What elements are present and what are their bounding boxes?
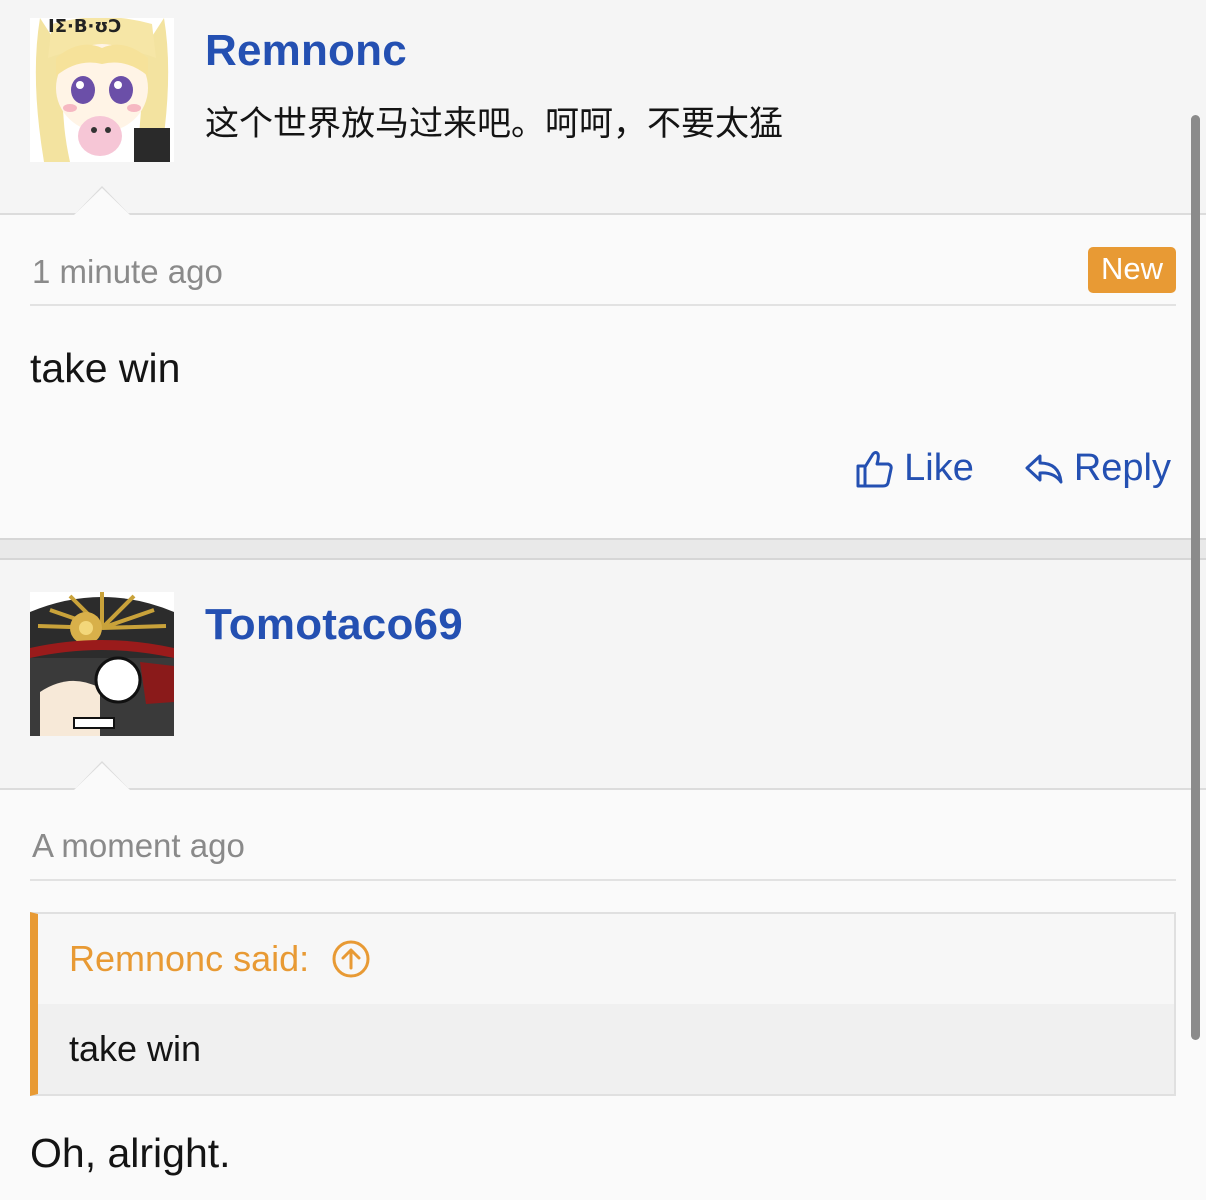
quote-author: Remnonc said: [69, 938, 310, 979]
post-body: 1 minute ago New take win Like Reply [0, 215, 1206, 538]
username[interactable]: Tomotaco69 [205, 600, 463, 650]
anime-officer-avatar-icon [30, 592, 174, 736]
reply-arrow-icon [1025, 454, 1063, 483]
quote-attribution[interactable]: Remnonc said: [38, 914, 1174, 1004]
username[interactable]: Remnonc [205, 26, 407, 76]
like-label: Like [904, 447, 974, 489]
new-badge: New [1087, 247, 1176, 293]
post-actions: Like Reply [854, 447, 1171, 490]
svg-text:IΣ·B·ʊƆ: IΣ·B·ʊƆ [48, 18, 122, 37]
meta-divider [30, 304, 1176, 306]
avatar[interactable]: IΣ·B·ʊƆ [30, 18, 174, 162]
post-message: Oh, alright. [30, 1130, 231, 1176]
post-time[interactable]: 1 minute ago [32, 253, 223, 291]
post-body: A moment ago Remnonc said: take win Oh, … [0, 790, 1206, 1200]
quote-text: take win [38, 1004, 1174, 1094]
post-separator [0, 538, 1206, 560]
avatar[interactable] [30, 592, 174, 736]
thumbs-up-icon [856, 450, 893, 487]
user-title: 这个世界放马过来吧。呵呵，不要太猛 [205, 104, 783, 144]
like-button[interactable]: Like [854, 447, 974, 490]
anime-girl-avatar-icon: IΣ·B·ʊƆ [30, 18, 174, 162]
scrollbar[interactable] [1191, 115, 1200, 1040]
jump-to-quote-icon[interactable] [331, 939, 371, 979]
post-message: take win [30, 345, 181, 391]
quote-block: Remnonc said: take win [30, 912, 1176, 1096]
post-time[interactable]: A moment ago [32, 827, 245, 865]
reply-button[interactable]: Reply [1024, 447, 1171, 490]
meta-divider [30, 879, 1176, 881]
reply-label: Reply [1073, 447, 1171, 489]
